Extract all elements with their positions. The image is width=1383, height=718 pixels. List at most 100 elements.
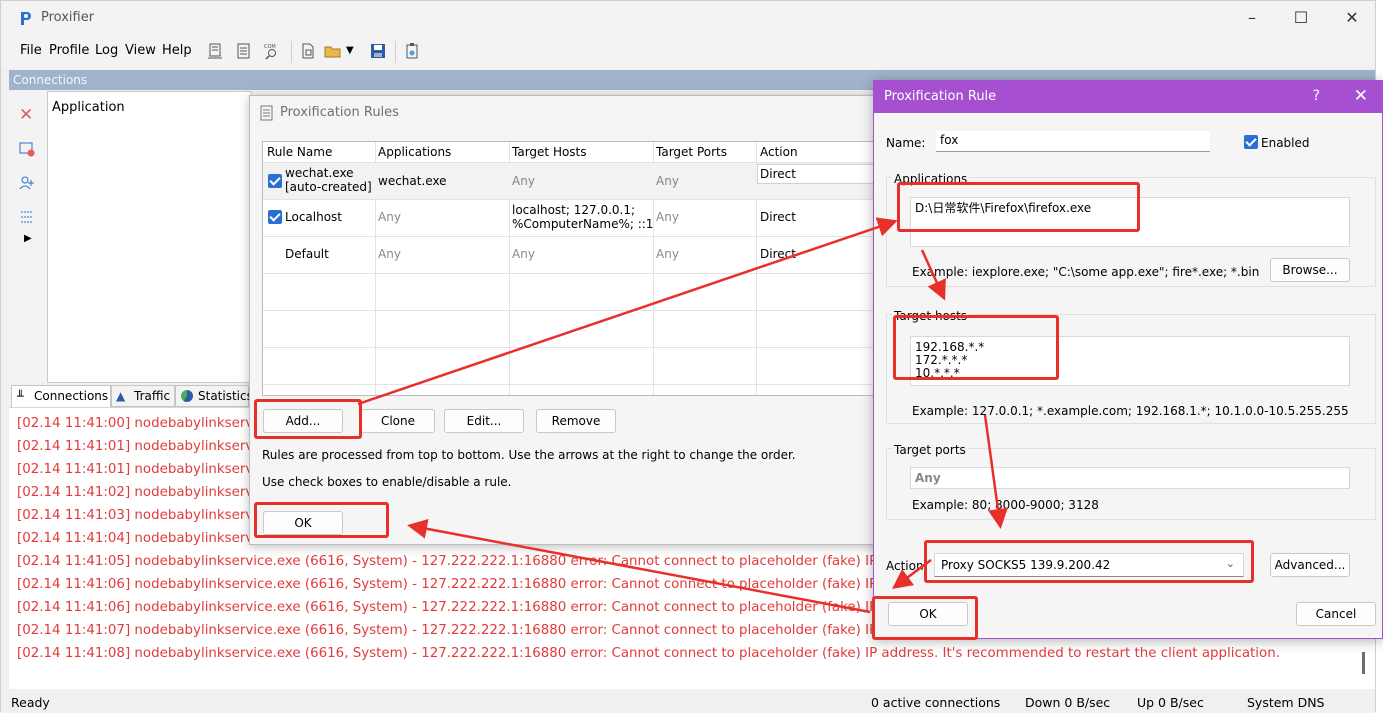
column-header-application[interactable]: Application — [52, 100, 125, 115]
name-label: Name: — [886, 136, 926, 150]
applications-example: Example: iexplore.exe; "C:\some app.exe"… — [912, 265, 1260, 279]
row-divider — [263, 310, 901, 311]
rule-target-ports: Any — [656, 174, 679, 188]
menu-bar: File Profile Log View Help COM ▼ — [1, 35, 1375, 67]
connections-list[interactable]: Application — [47, 91, 252, 383]
rule-name-input[interactable]: fox — [936, 131, 1210, 152]
clipboard-check-icon[interactable] — [403, 42, 421, 60]
svg-text:COM: COM — [264, 44, 276, 50]
clone-rule-button[interactable]: Clone — [361, 409, 435, 433]
open-folder-icon[interactable] — [324, 42, 342, 60]
panel-title: Connections — [13, 73, 88, 87]
pie-chart-icon — [181, 390, 193, 402]
status-active-connections: 0 active connections — [871, 695, 1001, 710]
new-profile-icon[interactable] — [299, 42, 317, 60]
traffic-chart-icon: ▲ — [116, 389, 126, 403]
rule-enabled-checkbox[interactable] — [268, 174, 282, 188]
column-header-target-hosts[interactable]: Target Hosts — [512, 145, 587, 159]
log-line: [02.14 11:41:03] nodebabylinkservice. — [17, 508, 277, 523]
browse-button[interactable]: Browse... — [1270, 258, 1350, 282]
window-title: Proxifier — [41, 10, 95, 25]
log-scrollbar-thumb[interactable] — [1362, 652, 1365, 674]
column-header-rule-name[interactable]: Rule Name — [267, 145, 332, 159]
column-header-target-ports[interactable]: Target Ports — [656, 145, 727, 159]
rule-target-ports: Any — [656, 247, 679, 261]
list-icon[interactable] — [19, 209, 35, 225]
rule-name: Default — [285, 247, 329, 261]
column-header-applications[interactable]: Applications — [378, 145, 451, 159]
rule-target-hosts: Any — [512, 174, 535, 188]
status-upload-rate: Up 0 B/sec — [1137, 695, 1204, 710]
row-divider — [263, 384, 901, 385]
log-line: [02.14 11:41:06] nodebabylinkservice.exe… — [17, 577, 963, 592]
log-line: [02.14 11:41:00] nodebabylinkservice. — [17, 416, 277, 431]
log-line: [02.14 11:41:08] nodebabylinkservice.exe… — [17, 646, 1280, 661]
rule-dialog-title: Proxification Rule — [884, 89, 997, 104]
row-divider — [263, 236, 901, 237]
rules-icon[interactable] — [235, 42, 253, 60]
advanced-button[interactable]: Advanced... — [1270, 553, 1350, 577]
menu-view[interactable]: View — [125, 43, 156, 58]
annotation-box-applications — [897, 182, 1140, 232]
menu-log[interactable]: Log — [95, 43, 118, 58]
edit-rule-button[interactable]: Edit... — [444, 409, 524, 433]
annotation-box-add — [254, 399, 362, 439]
proxifier-logo-icon — [21, 12, 31, 25]
annotation-box-rules-ok — [254, 502, 389, 538]
tab-connections[interactable]: ╨ Connections — [11, 385, 111, 407]
proxification-rules-dialog: Proxification Rules Rule Name Applicatio… — [249, 95, 902, 545]
expand-arrow-icon[interactable]: ▶ — [24, 233, 32, 244]
proxy-servers-icon[interactable] — [206, 42, 224, 60]
rule-target-hosts: Any — [512, 247, 535, 261]
rule-action: Direct — [760, 247, 796, 261]
chevron-down-icon[interactable]: ▼ — [346, 42, 364, 60]
title-bar: Proxifier – ☐ ✕ — [1, 1, 1375, 35]
action-label: Action: — [886, 559, 928, 573]
rules-table[interactable]: Rule Name Applications Target Hosts Targ… — [262, 141, 902, 396]
rule-applications: Any — [378, 247, 401, 261]
column-header-action[interactable]: Action — [760, 145, 798, 159]
enabled-checkbox[interactable] — [1244, 135, 1258, 149]
status-bar: Ready 0 active connections Down 0 B/sec … — [1, 691, 1375, 713]
save-icon[interactable] — [369, 42, 387, 60]
minimize-icon[interactable]: – — [1241, 7, 1263, 29]
rule-applications: Any — [378, 210, 401, 224]
tab-statistics[interactable]: Statistics — [175, 385, 253, 407]
tab-traffic[interactable]: ▲ Traffic — [111, 385, 175, 407]
annotation-box-rule-ok — [872, 596, 978, 640]
target-ports-input[interactable]: Any — [910, 467, 1350, 489]
bottom-tab-bar: ╨ Connections ▲ Traffic Statistics — [9, 385, 253, 407]
log-line: [02.14 11:41:05] nodebabylinkservice.exe… — [17, 554, 963, 569]
close-icon[interactable]: ✕ — [1354, 86, 1368, 106]
rule-name-suffix: [auto-created] — [285, 180, 372, 194]
add-user-icon[interactable] — [19, 175, 35, 191]
status-dns: System DNS — [1247, 695, 1325, 710]
tab-label: Statistics — [198, 389, 253, 403]
rule-enabled-checkbox[interactable] — [268, 210, 282, 224]
tab-label: Traffic — [134, 389, 171, 403]
name-resolution-icon[interactable]: COM — [263, 42, 281, 60]
network-icon: ╨ — [17, 390, 24, 403]
menu-profile[interactable]: Profile — [49, 43, 89, 58]
window-remove-icon[interactable] — [19, 141, 35, 157]
rule-action: Direct — [760, 167, 796, 181]
rules-dialog-icon — [260, 105, 273, 121]
rule-target-hosts: localhost; 127.0.0.1; — [512, 203, 636, 217]
remove-rule-button[interactable]: Remove — [536, 409, 616, 433]
close-connection-icon[interactable]: ✕ — [19, 105, 33, 125]
target-ports-example: Example: 80; 8000-9000; 3128 — [912, 498, 1099, 512]
rules-dialog-title: Proxification Rules — [280, 105, 399, 120]
menu-help[interactable]: Help — [162, 43, 192, 58]
rule-target-ports: Any — [656, 210, 679, 224]
close-icon[interactable]: ✕ — [1341, 7, 1363, 29]
rule-applications: wechat.exe — [378, 174, 447, 188]
toolbar-separator — [395, 41, 396, 63]
rule-cancel-button[interactable]: Cancel — [1296, 602, 1376, 626]
maximize-icon[interactable]: ☐ — [1290, 7, 1312, 29]
help-icon[interactable]: ? — [1313, 88, 1320, 104]
enabled-label: Enabled — [1261, 136, 1310, 150]
menu-file[interactable]: File — [20, 43, 42, 58]
rule-name: Localhost — [285, 210, 343, 224]
log-line: [02.14 11:41:01] nodebabylinkservice. — [17, 462, 277, 477]
rule-name: wechat.exe — [285, 166, 354, 180]
